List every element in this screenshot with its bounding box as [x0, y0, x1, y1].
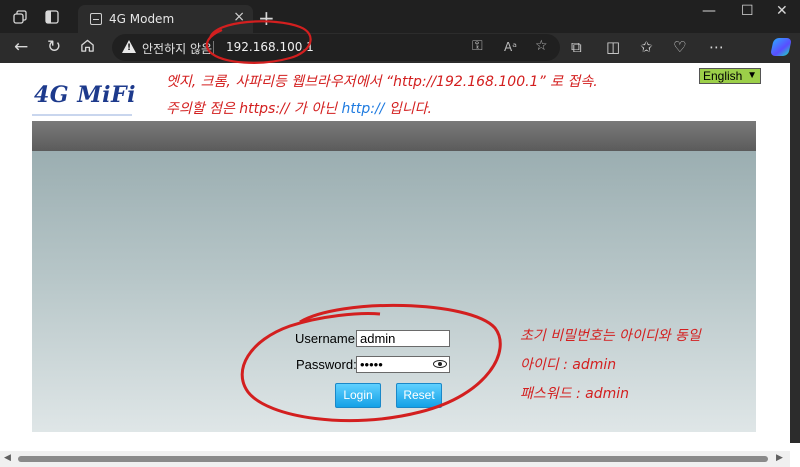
- tab-4g-modem[interactable]: 4G Modem ×: [78, 5, 253, 33]
- favorites-icon[interactable]: ✩: [640, 38, 653, 56]
- horizontal-scrollbar[interactable]: ◀ ▶: [0, 451, 790, 467]
- home-icon[interactable]: [80, 38, 95, 58]
- show-password-eye-icon[interactable]: [433, 360, 447, 368]
- password-label: Password:: [296, 357, 357, 372]
- password-value: •••••: [360, 357, 383, 372]
- browser-essentials-icon[interactable]: ♡: [673, 38, 686, 56]
- workspaces-icon[interactable]: [12, 9, 28, 25]
- favorite-star-icon[interactable]: ☆: [535, 38, 548, 54]
- chevron-down-icon: ▼: [747, 70, 757, 81]
- annotation-line-2-a: 주의할 점은 https:// 가 아닌: [166, 101, 342, 117]
- language-select[interactable]: English ▼: [699, 68, 761, 84]
- web-page: 4G MiFi English ▼ Username: admin Passwo…: [0, 63, 800, 467]
- address-bar[interactable]: ! 안전하지 않음 192.168.100.1 ⚿ Aᵃ ☆: [112, 34, 560, 61]
- annotation-initial-password: 초기 비밀번호는 아이디와 동일: [520, 328, 701, 344]
- vertical-scrollbar[interactable]: [790, 63, 800, 443]
- new-tab-button[interactable]: +: [258, 6, 275, 30]
- password-input[interactable]: •••••: [356, 356, 450, 373]
- browser-toolbar: ← ↻ ! 안전하지 않음 192.168.100.1 ⚿ Aᵃ ☆ ⧉ ◫ ✩…: [0, 33, 800, 63]
- read-aloud-icon[interactable]: Aᵃ: [504, 40, 517, 54]
- refresh-icon[interactable]: ↻: [47, 37, 61, 57]
- logo-underline: [32, 114, 132, 116]
- annotation-line-2-c: 입니다.: [384, 101, 432, 117]
- modem-page: 4G MiFi English ▼ Username: admin Passwo…: [32, 63, 761, 432]
- back-icon[interactable]: ←: [14, 37, 28, 57]
- scrollbar-thumb[interactable]: [18, 456, 768, 462]
- browser-title-bar: 4G Modem × + — ☐ ✕: [0, 0, 800, 33]
- warning-icon[interactable]: !: [122, 40, 136, 53]
- tab-actions-icon[interactable]: [44, 9, 60, 25]
- language-value: English: [703, 69, 743, 83]
- annotation-id: 아이디 : admin: [520, 357, 617, 373]
- close-window-icon[interactable]: ✕: [776, 3, 788, 19]
- annotation-line-2: 주의할 점은 https:// 가 아닌 http:// 입니다.: [166, 98, 432, 118]
- scroll-right-icon[interactable]: ▶: [776, 453, 783, 463]
- url-text[interactable]: 192.168.100.1: [226, 40, 314, 54]
- address-separator: [213, 41, 214, 55]
- more-options-icon[interactable]: ⋯: [709, 38, 724, 56]
- annotation-password: 패스워드 : admin: [520, 386, 630, 402]
- header-banner: [32, 121, 756, 151]
- copilot-icon[interactable]: [770, 38, 792, 56]
- username-label: Username:: [295, 331, 359, 346]
- login-button[interactable]: Login: [335, 383, 381, 408]
- insecure-label[interactable]: 안전하지 않음: [142, 40, 212, 57]
- split-screen-icon[interactable]: ◫: [606, 38, 620, 56]
- scroll-left-icon[interactable]: ◀: [4, 453, 11, 463]
- username-input[interactable]: admin: [356, 330, 450, 347]
- annotation-line-1: 엣지, 크롬, 사파리등 웹브라우저에서 “http://192.168.100…: [166, 74, 598, 90]
- extensions-icon[interactable]: ⧉: [571, 38, 582, 56]
- annotation-http-highlight: http://: [341, 101, 385, 117]
- username-value: admin: [360, 331, 396, 346]
- login-panel: [32, 151, 756, 432]
- page-icon: [90, 13, 102, 25]
- minimize-icon[interactable]: —: [702, 3, 716, 19]
- tab-title: 4G Modem: [109, 12, 175, 26]
- reset-button[interactable]: Reset: [396, 383, 442, 408]
- maximize-icon[interactable]: ☐: [741, 3, 754, 19]
- close-tab-icon[interactable]: ×: [233, 9, 245, 25]
- mifi-logo: 4G MiFi: [34, 82, 136, 108]
- key-icon[interactable]: ⚿: [472, 38, 483, 54]
